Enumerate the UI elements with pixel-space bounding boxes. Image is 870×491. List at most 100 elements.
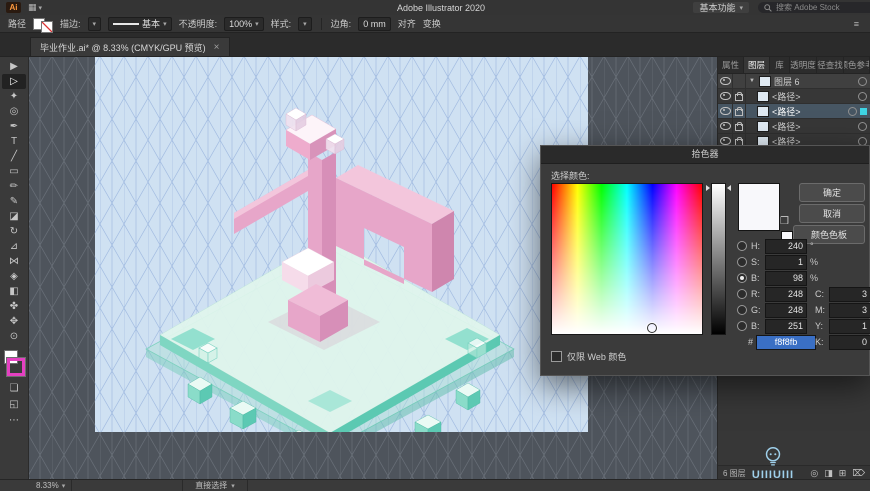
lock-toggle[interactable]	[733, 74, 746, 88]
align-link[interactable]: 对齐	[398, 17, 416, 30]
radio-s[interactable]	[737, 257, 747, 267]
eyedropper-tool[interactable]: ✤	[2, 299, 26, 314]
arrange-documents-icon[interactable]: ▦ ▾	[28, 2, 42, 13]
tab-libraries[interactable]: 库	[770, 56, 790, 73]
visibility-toggle[interactable]	[718, 104, 733, 118]
screen-mode-icon[interactable]: ◱	[2, 397, 26, 412]
layer-label[interactable]: <路径>	[772, 105, 845, 118]
dialog-title[interactable]: 拾色器	[541, 146, 869, 164]
tab-properties[interactable]: 属性	[718, 56, 744, 73]
direct-selection-tool[interactable]: ▷	[2, 74, 26, 89]
color-field[interactable]	[551, 183, 703, 335]
target-circle[interactable]	[858, 121, 867, 131]
slider-indicator-right[interactable]	[727, 185, 731, 191]
tab-transparency[interactable]: 透明度	[790, 56, 817, 73]
edit-toolbar-icon[interactable]: ⋯	[2, 413, 26, 428]
radio-g[interactable]	[737, 305, 747, 315]
tab-pathfinder[interactable]: 路径查找器	[817, 56, 844, 73]
hand-tool[interactable]: ✥	[2, 314, 26, 329]
tab-color-guide[interactable]: 颜色参考	[844, 56, 870, 73]
target-circle[interactable]	[848, 106, 857, 116]
stock-search-input[interactable]: 搜索 Adobe Stock	[758, 2, 870, 13]
b2-field[interactable]: 251	[765, 318, 807, 334]
layer-row[interactable]: <路径>	[718, 104, 870, 119]
radio-r[interactable]	[737, 289, 747, 299]
visibility-toggle[interactable]	[718, 89, 733, 103]
g-field[interactable]: 248	[765, 302, 807, 318]
m-field[interactable]: 3	[829, 302, 870, 318]
out-of-web-gamut-icon[interactable]: ❒	[780, 216, 789, 227]
new-layer-icon[interactable]: ⊞	[839, 468, 847, 479]
magic-wand-tool[interactable]: ✦	[2, 89, 26, 104]
draw-mode-icon[interactable]: ❏	[2, 381, 26, 396]
toolbar-fill-stroke[interactable]	[2, 349, 26, 377]
lock-toggle[interactable]	[733, 104, 746, 118]
opacity-value-dropdown[interactable]: 100% ▾	[224, 16, 264, 31]
lock-toggle[interactable]	[733, 119, 746, 133]
workspace-switcher[interactable]: 基本功能 ▾	[693, 2, 749, 13]
r-field[interactable]: 248	[765, 286, 807, 302]
lock-toggle[interactable]	[733, 89, 746, 103]
cancel-button[interactable]: 取消	[799, 204, 865, 223]
brush-definition-dropdown[interactable]: 基本 ▾	[108, 16, 172, 31]
zoom-tool[interactable]: ⊙	[2, 329, 26, 344]
fill-stroke-proxy[interactable]	[33, 17, 54, 33]
radio-b2[interactable]	[737, 321, 747, 331]
radio-h[interactable]	[737, 241, 747, 251]
radio-b[interactable]	[737, 273, 747, 283]
c-field[interactable]: 3	[829, 286, 870, 302]
layer-label[interactable]: 图层 6	[774, 75, 855, 88]
target-circle[interactable]	[858, 91, 867, 101]
width-tool[interactable]: ⋈	[2, 254, 26, 269]
type-tool[interactable]: T	[2, 134, 26, 149]
stroke-color-swatch[interactable]	[6, 357, 26, 377]
k-field[interactable]: 0	[829, 334, 870, 350]
slider-indicator-left[interactable]	[706, 185, 710, 191]
hex-field[interactable]: f8f8fb	[756, 334, 816, 350]
titlebar: Ai ▦ ▾ Adobe Illustrator 2020 基本功能 ▾ 搜索 …	[0, 0, 870, 16]
target-circle[interactable]	[858, 76, 867, 86]
rectangle-tool[interactable]: ▭	[2, 164, 26, 179]
stroke-weight-field[interactable]: ▾	[87, 16, 102, 31]
eraser-tool[interactable]: ◪	[2, 209, 26, 224]
current-tool-indicator[interactable]: 直接选择 ▾	[182, 480, 248, 491]
layer-row[interactable]: ▼ 图层 6	[718, 74, 870, 89]
scale-tool[interactable]: ⊿	[2, 239, 26, 254]
gradient-tool[interactable]: ◧	[2, 284, 26, 299]
document-tab[interactable]: 毕业作业.ai* @ 8.33% (CMYK/GPU 预览) ×	[30, 37, 230, 56]
make-clip-mask-icon[interactable]: ◨	[824, 468, 833, 479]
b-field[interactable]: 98	[765, 270, 807, 286]
rotate-tool[interactable]: ↻	[2, 224, 26, 239]
layer-label[interactable]: <路径>	[772, 90, 855, 103]
h-field[interactable]: 240	[765, 238, 807, 254]
paintbrush-tool[interactable]: ✏	[2, 179, 26, 194]
visibility-toggle[interactable]	[718, 119, 733, 133]
pencil-tool[interactable]: ✎	[2, 194, 26, 209]
visibility-toggle[interactable]	[718, 74, 733, 88]
line-segment-tool[interactable]: ╱	[2, 149, 26, 164]
delete-layer-icon[interactable]: ⌦	[852, 468, 865, 479]
transform-link[interactable]: 变换	[423, 17, 441, 30]
y-field[interactable]: 1	[829, 318, 870, 334]
zoom-level-dropdown[interactable]: 8.33% ▾	[30, 480, 73, 491]
close-tab-icon[interactable]: ×	[214, 42, 220, 53]
s-field[interactable]: 1	[765, 254, 807, 270]
shape-builder-tool[interactable]: ◈	[2, 269, 26, 284]
style-dropdown[interactable]: ▾	[298, 16, 312, 31]
layer-label[interactable]: <路径>	[772, 120, 855, 133]
pen-tool[interactable]: ✒	[2, 119, 26, 134]
selection-tool[interactable]: ▶	[2, 59, 26, 74]
stroke-swatch[interactable]	[41, 20, 54, 33]
layer-row[interactable]: <路径>	[718, 89, 870, 104]
color-field-cursor[interactable]	[647, 323, 657, 333]
ok-button[interactable]: 确定	[799, 183, 865, 202]
layer-row[interactable]: <路径>	[718, 119, 870, 134]
tab-layers[interactable]: 图层	[744, 56, 770, 73]
disclosure-triangle-icon[interactable]: ▼	[749, 78, 755, 84]
lasso-tool[interactable]: ◎	[2, 104, 26, 119]
locate-object-icon[interactable]: ◎	[810, 468, 818, 479]
color-slider[interactable]	[706, 183, 731, 335]
corner-value-field[interactable]: 0 mm	[358, 16, 391, 31]
web-colors-checkbox[interactable]	[551, 351, 562, 362]
menu-icon[interactable]: ≡	[854, 19, 859, 29]
